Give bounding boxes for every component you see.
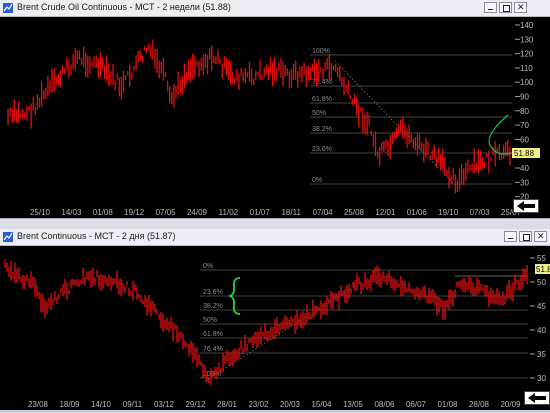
y-axis-label: 50 xyxy=(537,278,546,287)
arrow-left-icon xyxy=(517,201,535,211)
minimize-icon xyxy=(488,9,493,10)
x-axis-label: 07/05 xyxy=(156,208,177,217)
window-title: Brent Crude Oil Continuous - MCT - 2 нед… xyxy=(17,2,231,12)
x-axis-label: 18/09 xyxy=(59,400,80,409)
x-axis-label: 08/06 xyxy=(374,400,395,409)
x-axis-label: 12/01 xyxy=(375,208,396,217)
x-axis-label: 01/08 xyxy=(437,400,458,409)
current-price-label: 51.88 xyxy=(514,149,535,158)
close-button[interactable]: ✕ xyxy=(534,231,547,242)
minimize-button[interactable] xyxy=(504,231,517,242)
y-axis-label: 35 xyxy=(537,350,546,359)
fib-level-label: 38.2% xyxy=(312,126,332,133)
price-chart[interactable]: 55 50 45 40 35 30 0% 23.6% 38.2% 50% 61.8% 76.4% 100… xyxy=(0,246,550,398)
y-axis-label: 45 xyxy=(537,302,546,311)
y-axis-label: 60 xyxy=(520,135,529,144)
price-chart[interactable]: 1401301201101009080706050403020100%76.4%… xyxy=(0,17,550,206)
y-axis-label: 120 xyxy=(520,50,534,59)
y-axis-label: 40 xyxy=(520,164,529,173)
x-axis-label: 06/07 xyxy=(406,400,427,409)
y-axis-label: 30 xyxy=(537,374,546,383)
fib-level-label: 76.4% xyxy=(203,346,223,353)
price-chart-canvas: 5550454035300%23.6%38.2%50%61.8%76.4%100… xyxy=(4,254,550,386)
x-axis-label: 18/11 xyxy=(281,208,301,217)
x-axis-label: 07/04 xyxy=(313,208,334,217)
maximize-icon xyxy=(523,234,530,241)
x-axis-label: 19/10 xyxy=(438,208,459,217)
close-icon: ✕ xyxy=(537,231,545,241)
x-axis-label: 01/07 xyxy=(250,208,271,217)
y-axis-label: 70 xyxy=(520,121,529,130)
window-title: Brent Continuous - MCT - 2 дня (51.87) xyxy=(17,231,176,241)
x-axis-label: 24/09 xyxy=(187,208,208,217)
fib-level-label: 61.8% xyxy=(203,331,223,338)
x-axis-label: 07/03 xyxy=(470,208,491,217)
volume-profile-curve xyxy=(488,114,513,155)
y-axis-label: 30 xyxy=(520,178,529,187)
x-axis-label: 20/09 xyxy=(500,400,521,409)
close-icon: ✕ xyxy=(517,2,525,12)
x-axis-label: 09/11 xyxy=(123,400,143,409)
x-axis-label: 28/01 xyxy=(217,400,238,409)
x-axis-label: 25/08 xyxy=(344,208,365,217)
fib-level-label: 23.6% xyxy=(203,289,223,296)
chart-window-bottom: Brent Continuous - MCT - 2 дня (51.87) ✕… xyxy=(0,229,550,413)
x-axis-label: 14/03 xyxy=(61,208,82,217)
y-axis-label: 100 xyxy=(520,78,534,87)
y-axis-label: 140 xyxy=(520,21,534,30)
scroll-left-button[interactable] xyxy=(524,391,550,405)
minimize-icon xyxy=(508,238,513,239)
x-axis-label: 29/12 xyxy=(185,400,206,409)
maximize-icon xyxy=(503,5,510,12)
minimize-button[interactable] xyxy=(484,2,497,13)
time-axis: 23/08 18/09 14/10 09/11 03/12 29/12 28/01 23/02… xyxy=(0,398,550,410)
close-button[interactable]: ✕ xyxy=(514,2,527,13)
y-axis-label: 80 xyxy=(520,107,529,116)
current-price-label: 51.8 xyxy=(536,265,550,274)
fib-level-label: 38.2% xyxy=(203,303,223,310)
price-chart-canvas: 1401301201101009080706050403020100%76.4%… xyxy=(7,21,540,202)
maximize-button[interactable] xyxy=(499,2,512,13)
x-axis-label: 23/02 xyxy=(248,400,269,409)
x-axis-label: 03/12 xyxy=(154,400,175,409)
x-axis-label: 23/08 xyxy=(28,400,49,409)
x-axis-label: 25/10 xyxy=(30,208,51,217)
chart-window-icon xyxy=(3,3,13,13)
y-axis-label: 110 xyxy=(520,64,533,73)
fib-level-label: 0% xyxy=(203,263,213,270)
x-axis-label: 19/12 xyxy=(124,208,145,217)
fib-level-label: 23.6% xyxy=(312,146,332,153)
x-axis-label: 28/08 xyxy=(469,400,490,409)
y-axis-label: 130 xyxy=(520,35,534,44)
chart-window-top: Brent Crude Oil Continuous - MCT - 2 нед… xyxy=(0,0,550,230)
fib-level-label: 100% xyxy=(312,48,330,55)
x-axis-label: 13/05 xyxy=(343,400,364,409)
x-axis-label: 20/03 xyxy=(280,400,301,409)
y-axis-label: 55 xyxy=(537,254,546,263)
x-axis-label: 15/04 xyxy=(311,400,332,409)
window-titlebar[interactable]: Brent Crude Oil Continuous - MCT - 2 нед… xyxy=(0,0,550,17)
chart-window-icon xyxy=(3,232,13,242)
maximize-button[interactable] xyxy=(519,231,532,242)
fib-level-label: 61.8% xyxy=(312,96,332,103)
fib-level-label: 50% xyxy=(312,110,326,117)
scroll-left-button[interactable] xyxy=(513,199,539,213)
fib-level-label: 50% xyxy=(203,317,217,324)
x-axis-label: 01/06 xyxy=(407,208,428,217)
time-axis: 25/10 14/03 01/08 19/12 07/05 24/09 11/02 01/07… xyxy=(0,206,550,218)
window-titlebar[interactable]: Brent Continuous - MCT - 2 дня (51.87) ✕ xyxy=(0,229,550,246)
y-axis-label: 90 xyxy=(520,93,529,102)
y-axis-label: 40 xyxy=(537,326,546,335)
x-axis-label: 01/08 xyxy=(93,208,114,217)
arrow-left-icon xyxy=(528,393,546,403)
x-axis-label: 11/02 xyxy=(219,208,239,217)
fib-level-label: 0% xyxy=(312,177,322,184)
x-axis-label: 14/10 xyxy=(91,400,112,409)
